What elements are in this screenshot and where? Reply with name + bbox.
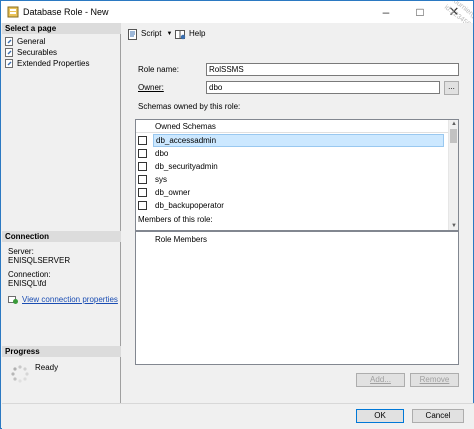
script-label: Script — [141, 29, 162, 38]
role-name-label: Role name: — [138, 65, 179, 74]
nav-item-general[interactable]: General — [5, 36, 45, 47]
role-members-column-header[interactable]: Role Members — [155, 233, 207, 246]
ok-button[interactable]: OK — [356, 409, 404, 423]
nav-item-extended-properties[interactable]: Extended Properties — [5, 58, 90, 69]
toolbar: Script ▼ Help — [121, 23, 473, 45]
server-value: ENISQLSERVER — [8, 256, 71, 265]
schema-checkbox[interactable] — [138, 136, 147, 145]
chevron-down-icon[interactable]: ▼ — [166, 28, 172, 40]
view-connection-properties[interactable]: View connection properties — [8, 295, 118, 305]
wrench-page-icon — [5, 37, 13, 46]
table-row[interactable]: db_accessadmin — [136, 134, 458, 147]
nav-item-label: Securables — [17, 48, 58, 57]
select-page-heading: Select a page — [2, 23, 121, 34]
close-button[interactable]: ✕ — [437, 1, 471, 23]
maximize-button[interactable]: □ — [403, 1, 437, 23]
table-row[interactable]: dbo — [136, 147, 458, 160]
schema-name: db_accessadmin — [153, 134, 444, 147]
owner-browse-button[interactable]: ... — [444, 81, 459, 95]
main-pane: Script ▼ Help Role name: RolSSMS Owner: … — [121, 23, 473, 403]
wrench-page-icon — [5, 59, 13, 68]
remove-member-label: Remove — [419, 375, 450, 384]
role-name-input[interactable]: RolSSMS — [206, 63, 459, 76]
schema-checkbox[interactable] — [138, 149, 147, 158]
left-pane: Select a page General Securables Extende… — [2, 23, 121, 403]
add-member-label: Add... — [370, 375, 391, 384]
schemas-label: Schemas owned by this role: — [138, 102, 241, 111]
remove-member-button[interactable]: Remove — [410, 373, 459, 387]
scroll-up-icon[interactable]: ▲ — [450, 120, 458, 128]
dialog-footer: OK Cancel — [2, 403, 474, 429]
database-role-dialog: Database Role - New – □ ✕ Ce document es… — [0, 0, 474, 429]
connection-properties-icon — [8, 296, 18, 304]
members-label: Members of this role: — [138, 215, 213, 224]
owner-input[interactable]: dbo — [206, 81, 440, 94]
connection-heading: Connection — [2, 231, 121, 242]
owner-label: Owner: — [138, 83, 164, 92]
progress-spinner-icon — [11, 365, 29, 383]
schema-name: db_backupoperator — [155, 201, 224, 210]
add-member-button[interactable]: Add... — [356, 373, 405, 387]
help-icon — [175, 29, 186, 39]
schemas-grid-header: Owned Schemas — [136, 120, 458, 133]
owned-schemas-column-header[interactable]: Owned Schemas — [155, 120, 216, 133]
nav-item-label: General — [17, 37, 46, 46]
schema-name: db_owner — [155, 188, 191, 197]
scroll-down-icon[interactable]: ▼ — [450, 222, 458, 230]
help-label: Help — [189, 29, 206, 38]
cancel-button[interactable]: Cancel — [412, 409, 464, 423]
schema-checkbox[interactable] — [138, 201, 147, 210]
progress-heading: Progress — [2, 346, 121, 357]
schema-name: sys — [155, 175, 167, 184]
table-row[interactable]: sys — [136, 173, 458, 186]
help-button[interactable]: Help — [175, 28, 205, 40]
schema-checkbox[interactable] — [138, 188, 147, 197]
table-row[interactable]: db_owner — [136, 186, 458, 199]
progress-status: Ready — [35, 363, 59, 372]
members-grid[interactable]: Role Members — [135, 231, 459, 365]
wrench-page-icon — [5, 48, 13, 57]
title-bar: Database Role - New – □ ✕ Ce document es… — [1, 1, 473, 41]
view-connection-link[interactable]: View connection properties — [22, 295, 118, 305]
window-title: Database Role - New — [23, 7, 109, 17]
database-role-icon — [7, 6, 19, 18]
script-button[interactable]: Script ▼ — [127, 28, 172, 40]
connection-value: ENISQL\fd — [8, 279, 47, 288]
schema-name: dbo — [155, 149, 169, 158]
minimize-button[interactable]: – — [369, 1, 403, 23]
scrollbar-thumb[interactable] — [450, 129, 457, 143]
nav-item-securables[interactable]: Securables — [5, 47, 57, 58]
table-row[interactable]: db_backupoperator — [136, 199, 458, 212]
script-icon — [128, 28, 137, 40]
schema-checkbox[interactable] — [138, 162, 147, 171]
nav-item-label: Extended Properties — [17, 59, 90, 68]
schema-checkbox[interactable] — [138, 175, 147, 184]
table-row[interactable]: db_securityadmin — [136, 160, 458, 173]
schemas-scrollbar[interactable]: ▲ ▼ — [448, 120, 458, 230]
members-grid-header: Role Members — [136, 232, 458, 245]
schema-name: db_securityadmin — [155, 162, 218, 171]
